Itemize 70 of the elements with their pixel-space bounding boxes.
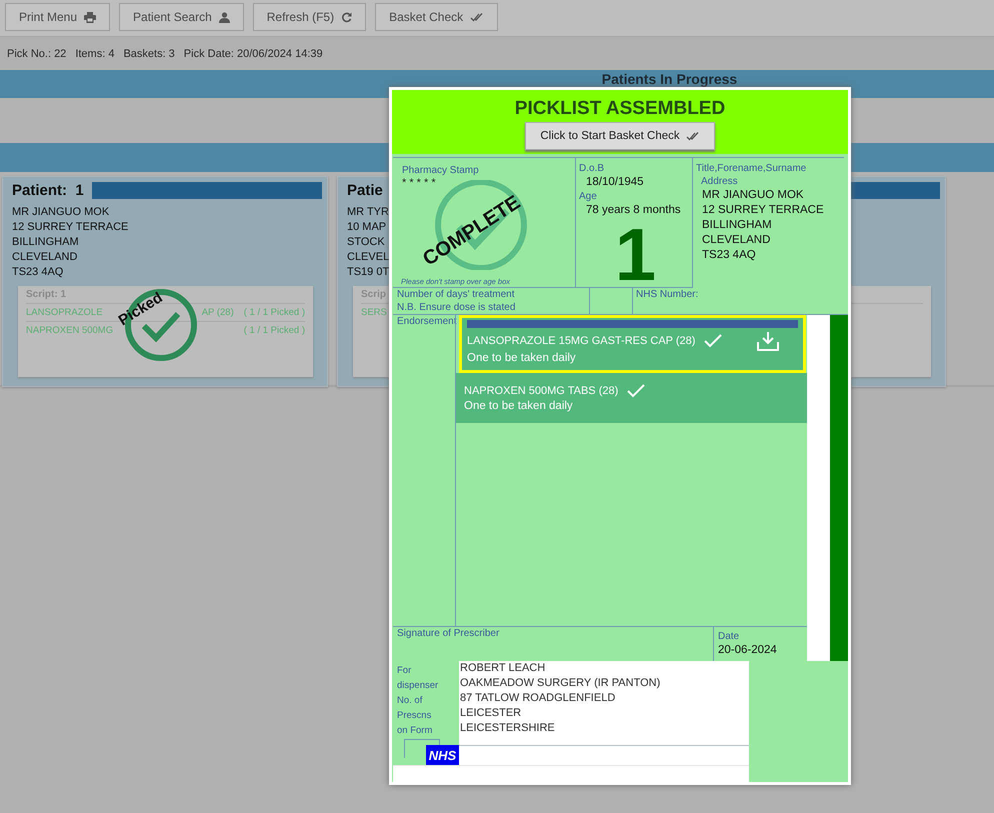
script-item: SERS	[361, 307, 388, 318]
prescriber-line: LEICESTER	[460, 706, 522, 721]
address-line: TS23 4AQ	[701, 248, 757, 263]
double-check-icon	[686, 131, 700, 141]
address-line: 12 SURREY TERRACE	[701, 203, 825, 218]
field-label: Endorsement	[397, 315, 455, 328]
field-label: D.o.B	[579, 162, 606, 175]
field-label: No. of	[397, 694, 424, 708]
dob-value: 18/10/1945	[585, 175, 645, 190]
info-text: Items: 4	[75, 48, 114, 60]
nhs-logo: NHS	[426, 745, 459, 765]
address-line: CLEVELAND	[701, 233, 772, 248]
start-check-button[interactable]: Click to Start Basket Check	[525, 122, 715, 150]
section-heading: Patients In Progress	[602, 70, 738, 89]
address-line: BILLINGHAM	[701, 218, 773, 233]
prescriber-line: 87 TATLOW ROADGLENFIELD	[460, 691, 616, 706]
field-label: Pharmacy Stamp	[402, 164, 480, 177]
age-value: 78 years 8 months	[585, 203, 682, 218]
address-line: STOCK	[347, 235, 385, 250]
medication-name: LANSOPRAZOLE 15MG GAST-RES CAP (28)	[467, 334, 696, 348]
address-line: CLEVELAND	[12, 250, 78, 265]
field-label: Title,Forename,Surname	[696, 162, 808, 175]
download-icon	[757, 331, 780, 351]
script-item: AP (28)	[202, 307, 234, 318]
toolbar-button[interactable]: Print Menu	[5, 3, 110, 31]
stamp-stars: * * * * *	[402, 177, 437, 189]
address-line: MR JIANGUO MOK	[701, 188, 805, 203]
address-line: CLEVEL	[347, 250, 390, 265]
modal-title: PICKLIST ASSEMBLED	[514, 98, 726, 120]
field-label: For	[397, 664, 412, 678]
address-line: TS23 4AQ	[12, 265, 64, 280]
printer-icon	[84, 12, 96, 22]
prescriber-line: ROBERT LEACH	[460, 661, 546, 676]
address-line: TS19 0T	[347, 265, 390, 280]
person-icon	[218, 12, 230, 22]
basket-number: 1	[614, 220, 656, 290]
field-label: Prescns	[397, 709, 432, 723]
patient-title: Patie	[347, 182, 383, 199]
address-line: MR JIANGUO MOK	[12, 205, 110, 220]
toolbar-button[interactable]: Refresh (F5)	[252, 3, 366, 31]
prescriber-line: OAKMEADOW SURGERY (IR PANTON)	[460, 676, 662, 691]
toolbar-button[interactable]: Patient Search	[119, 3, 244, 31]
field-label: Age	[579, 190, 598, 203]
pick-status: ( 1 / 1 Picked )	[244, 307, 305, 318]
field-label: Date	[718, 630, 740, 643]
dosage-text: One to be taken daily	[467, 351, 577, 366]
script-item: NAPROXEN 500MG	[26, 325, 114, 336]
field-label: on Form	[397, 724, 434, 738]
address-line: MR TYR	[347, 205, 389, 220]
medication-name: NAPROXEN 500MG TABS (28)	[464, 384, 618, 398]
address-line: BILLINGHAM	[12, 235, 79, 250]
patient-title: Patient: 1	[12, 182, 84, 199]
date-value: 20-06-2024	[718, 643, 778, 658]
refresh-icon	[341, 12, 352, 22]
info-text: Pick Date: 20/06/2024 14:39	[184, 48, 323, 60]
field-label: Address	[700, 175, 739, 188]
address-line: 12 SURREY TERRACE	[12, 220, 128, 235]
double-check-icon	[470, 12, 484, 22]
dosage-text: One to be taken daily	[464, 398, 574, 414]
toolbar-button[interactable]: Basket Check	[375, 3, 498, 31]
field-label: N.B. Ensure dose is stated	[397, 301, 516, 314]
field-label: Signature of Prescriber	[397, 627, 500, 640]
field-label: dispenser	[397, 679, 440, 693]
info-text: Pick No.: 22	[7, 48, 66, 60]
pick-status: ( 1 / 1 Picked )	[244, 325, 305, 336]
field-label: NHS Number:	[636, 288, 700, 301]
prescriber-line: LEICESTERSHIRE	[460, 721, 556, 736]
field-label: Number of days' treatment	[397, 288, 516, 301]
info-text: Baskets: 3	[123, 48, 175, 60]
address-line: 10 MAP	[347, 220, 386, 235]
